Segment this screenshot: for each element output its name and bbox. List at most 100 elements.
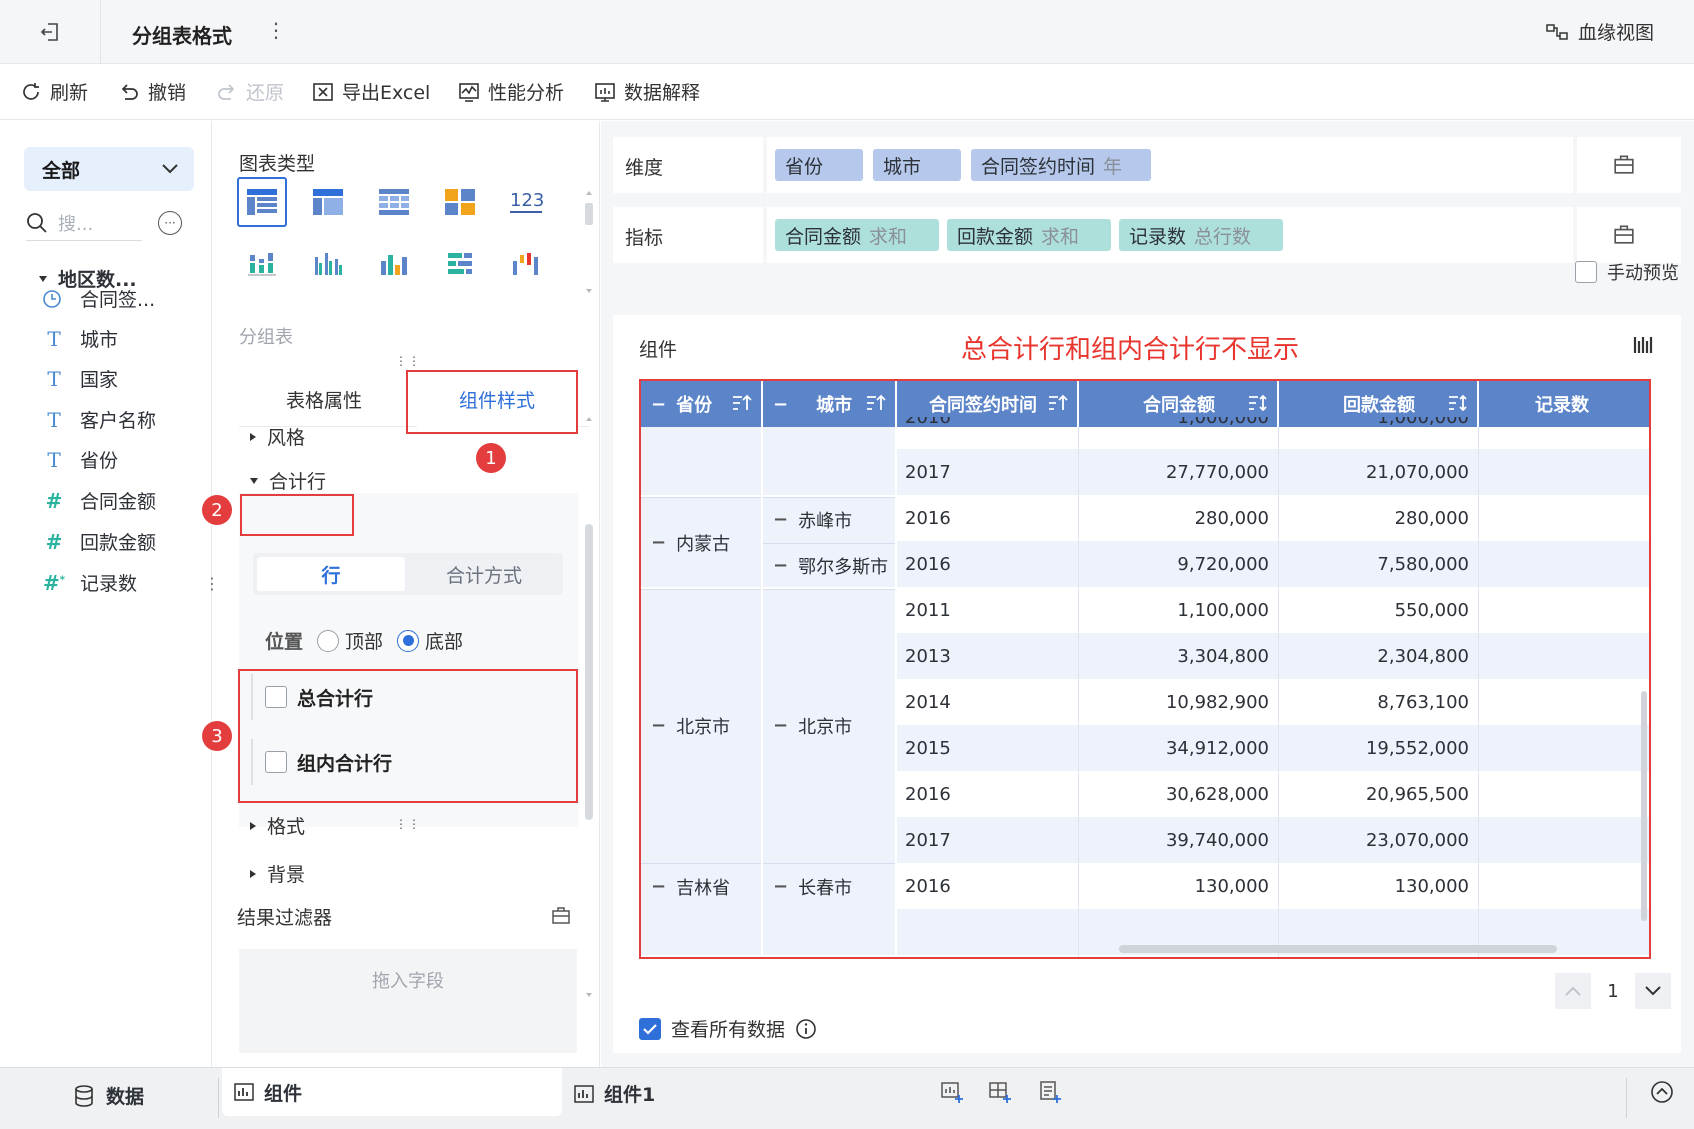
filter-settings-icon[interactable] [551, 905, 571, 925]
field-item-contract-amount[interactable]: # 合同金额 [42, 487, 156, 514]
merged-cell-province-beijing[interactable]: − 北京市 [641, 589, 761, 861]
collapse-icon[interactable]: − [651, 715, 666, 736]
field-item-contract-date[interactable]: 合同签... [42, 285, 155, 312]
grouped-bar-type-icon[interactable] [303, 239, 353, 289]
redo-button[interactable]: 还原 [216, 78, 284, 105]
field-item-country[interactable]: T 国家 [42, 365, 118, 392]
next-page-button[interactable] [1635, 973, 1671, 1009]
collapse-icon[interactable]: − [773, 509, 788, 530]
group-table-type-icon[interactable] [237, 177, 287, 227]
metric-pill-received-amount[interactable]: 回款金额 求和 [947, 219, 1111, 251]
radio-bottom[interactable] [397, 629, 420, 652]
collapse-up-icon[interactable] [1650, 1080, 1674, 1104]
sort-asc-icon[interactable] [731, 393, 753, 413]
sort-asc-icon[interactable] [1047, 393, 1069, 413]
prev-page-button[interactable] [1555, 973, 1591, 1009]
col-header-city[interactable]: − 城市 [763, 381, 897, 427]
data-tab[interactable]: 数据 [74, 1082, 144, 1109]
radio-top[interactable] [317, 629, 340, 652]
field-item-received-amount[interactable]: # 回款金额 [42, 528, 156, 555]
merged-cell-city-changchun[interactable]: − 长春市 [763, 863, 895, 909]
sort-asc-icon[interactable] [865, 393, 887, 413]
dimension-pill-province[interactable]: 省份 [775, 149, 863, 181]
subtab-row[interactable]: 行 [257, 557, 405, 591]
shelf-settings-icon[interactable] [1613, 153, 1635, 175]
undo-button[interactable]: 撤销 [118, 78, 186, 105]
table-horizontal-scrollbar[interactable] [1119, 945, 1557, 953]
shelf-settings-icon[interactable] [1613, 223, 1635, 245]
collapse-icon[interactable]: − [773, 394, 788, 415]
position-top-label: 顶部 [345, 631, 384, 653]
barcode-chart-icon[interactable] [1633, 335, 1655, 355]
metric-pill-record-count[interactable]: 记录数 总行数 [1119, 219, 1283, 251]
field-item-customer[interactable]: T 客户名称 [42, 406, 156, 433]
view-all-checkbox[interactable] [639, 1017, 661, 1040]
merged-cell-city-chifeng[interactable]: − 赤峰市 [763, 497, 895, 541]
horizontal-bar-type-icon[interactable] [435, 239, 485, 289]
manual-preview-toggle[interactable]: 手动预览 [1575, 259, 1679, 285]
more-menu-button[interactable]: ⋮ [266, 18, 287, 42]
cell-contract-amount: 30,628,000 [1165, 783, 1269, 805]
number-card-type-icon[interactable]: 123 [501, 177, 551, 227]
resize-handle-bottom[interactable]: ⋮⋮ [395, 817, 421, 831]
metric-pill-contract-amount[interactable]: 合同金额 求和 [775, 219, 939, 251]
add-dashboard-icon[interactable] [988, 1080, 1012, 1104]
dimension-pill-contract-date[interactable]: 合同签约时间 年 [971, 149, 1151, 181]
component-tab-active[interactable]: 组件 [222, 1068, 562, 1116]
tab-table-attributes[interactable]: 表格属性 [239, 371, 409, 427]
scope-select[interactable]: 全部 [24, 147, 194, 191]
sort-both-icon[interactable] [1447, 393, 1469, 413]
waterfall-chart-type-icon[interactable] [501, 239, 551, 289]
subtab-summary-method[interactable]: 合计方式 [409, 557, 559, 591]
resize-handle-top[interactable]: ⋮⋮ [395, 354, 421, 368]
field-item-record-count[interactable]: #* 记录数 [42, 569, 137, 596]
merged-cell-city-beijing[interactable]: − 北京市 [763, 589, 895, 861]
kpi-card-type-icon[interactable] [435, 177, 485, 227]
component1-tab[interactable]: 组件1 [574, 1080, 655, 1107]
collapse-icon[interactable]: − [773, 715, 788, 736]
add-component-icon[interactable] [940, 1080, 964, 1104]
collapse-icon[interactable]: − [773, 876, 788, 897]
dimension-pill-city[interactable]: 城市 [873, 149, 961, 181]
section-format-header[interactable]: 格式 [249, 812, 305, 839]
sort-both-icon[interactable] [1247, 393, 1269, 413]
column-chart-type-icon[interactable] [369, 239, 419, 289]
performance-analysis-button[interactable]: 性能分析 [458, 78, 564, 105]
detail-table-type-icon[interactable] [369, 177, 419, 227]
position-bottom-option[interactable]: 底部 [397, 627, 463, 654]
section-style[interactable]: 风格 [249, 423, 305, 450]
col-header-record-count[interactable]: 记录数 [1479, 381, 1649, 427]
merged-cell-province-jilin[interactable]: − 吉林省 [641, 863, 761, 909]
bar-chart-type-icon[interactable] [237, 239, 287, 289]
field-sidebar: 全部 搜... ··· 地区数... 合同签... T 城市 T 国家 T 客户… [0, 121, 212, 1067]
table-vertical-scrollbar[interactable] [1641, 691, 1647, 921]
merged-cell-city-eerduosi[interactable]: − 鄂尔多斯市 [763, 543, 895, 587]
collapse-icon[interactable]: − [773, 555, 788, 576]
cross-table-type-icon[interactable] [303, 177, 353, 227]
section-background-header[interactable]: 背景 [249, 860, 305, 887]
cell-received-amount: 550,000 [1394, 599, 1469, 621]
exit-icon[interactable] [26, 14, 74, 50]
view-all-data-toggle[interactable]: 查看所有数据 [639, 1015, 817, 1042]
data-explain-button[interactable]: 数据解释 [594, 78, 700, 105]
position-top-option[interactable]: 顶部 [317, 627, 383, 654]
section-subtotal[interactable]: 合计行 [249, 467, 326, 494]
chart-type-scrollbar[interactable] [583, 189, 595, 297]
field-item-province[interactable]: T 省份 [42, 446, 118, 473]
collapse-icon[interactable]: − [651, 532, 666, 553]
collapse-icon[interactable]: − [651, 394, 666, 415]
manual-preview-checkbox[interactable] [1575, 261, 1597, 283]
filter-drop-zone[interactable]: 拖入字段 [239, 949, 577, 1053]
more-options-icon[interactable]: ··· [158, 211, 182, 235]
field-item-city[interactable]: T 城市 [42, 325, 118, 352]
collapse-icon[interactable]: − [651, 876, 666, 897]
config-scroll-thumb[interactable] [585, 524, 593, 820]
lineage-view-button[interactable]: 血缘视图 [1546, 18, 1654, 45]
refresh-button[interactable]: 刷新 [20, 78, 88, 105]
col-header-province[interactable]: − 省份 [641, 381, 763, 427]
field-search-input[interactable]: 搜... [26, 205, 142, 241]
merged-cell-province-neimenggu[interactable]: − 内蒙古 [641, 497, 761, 587]
info-icon[interactable] [795, 1018, 817, 1040]
export-excel-button[interactable]: 导出Excel [312, 78, 430, 105]
add-story-icon[interactable] [1038, 1080, 1062, 1104]
